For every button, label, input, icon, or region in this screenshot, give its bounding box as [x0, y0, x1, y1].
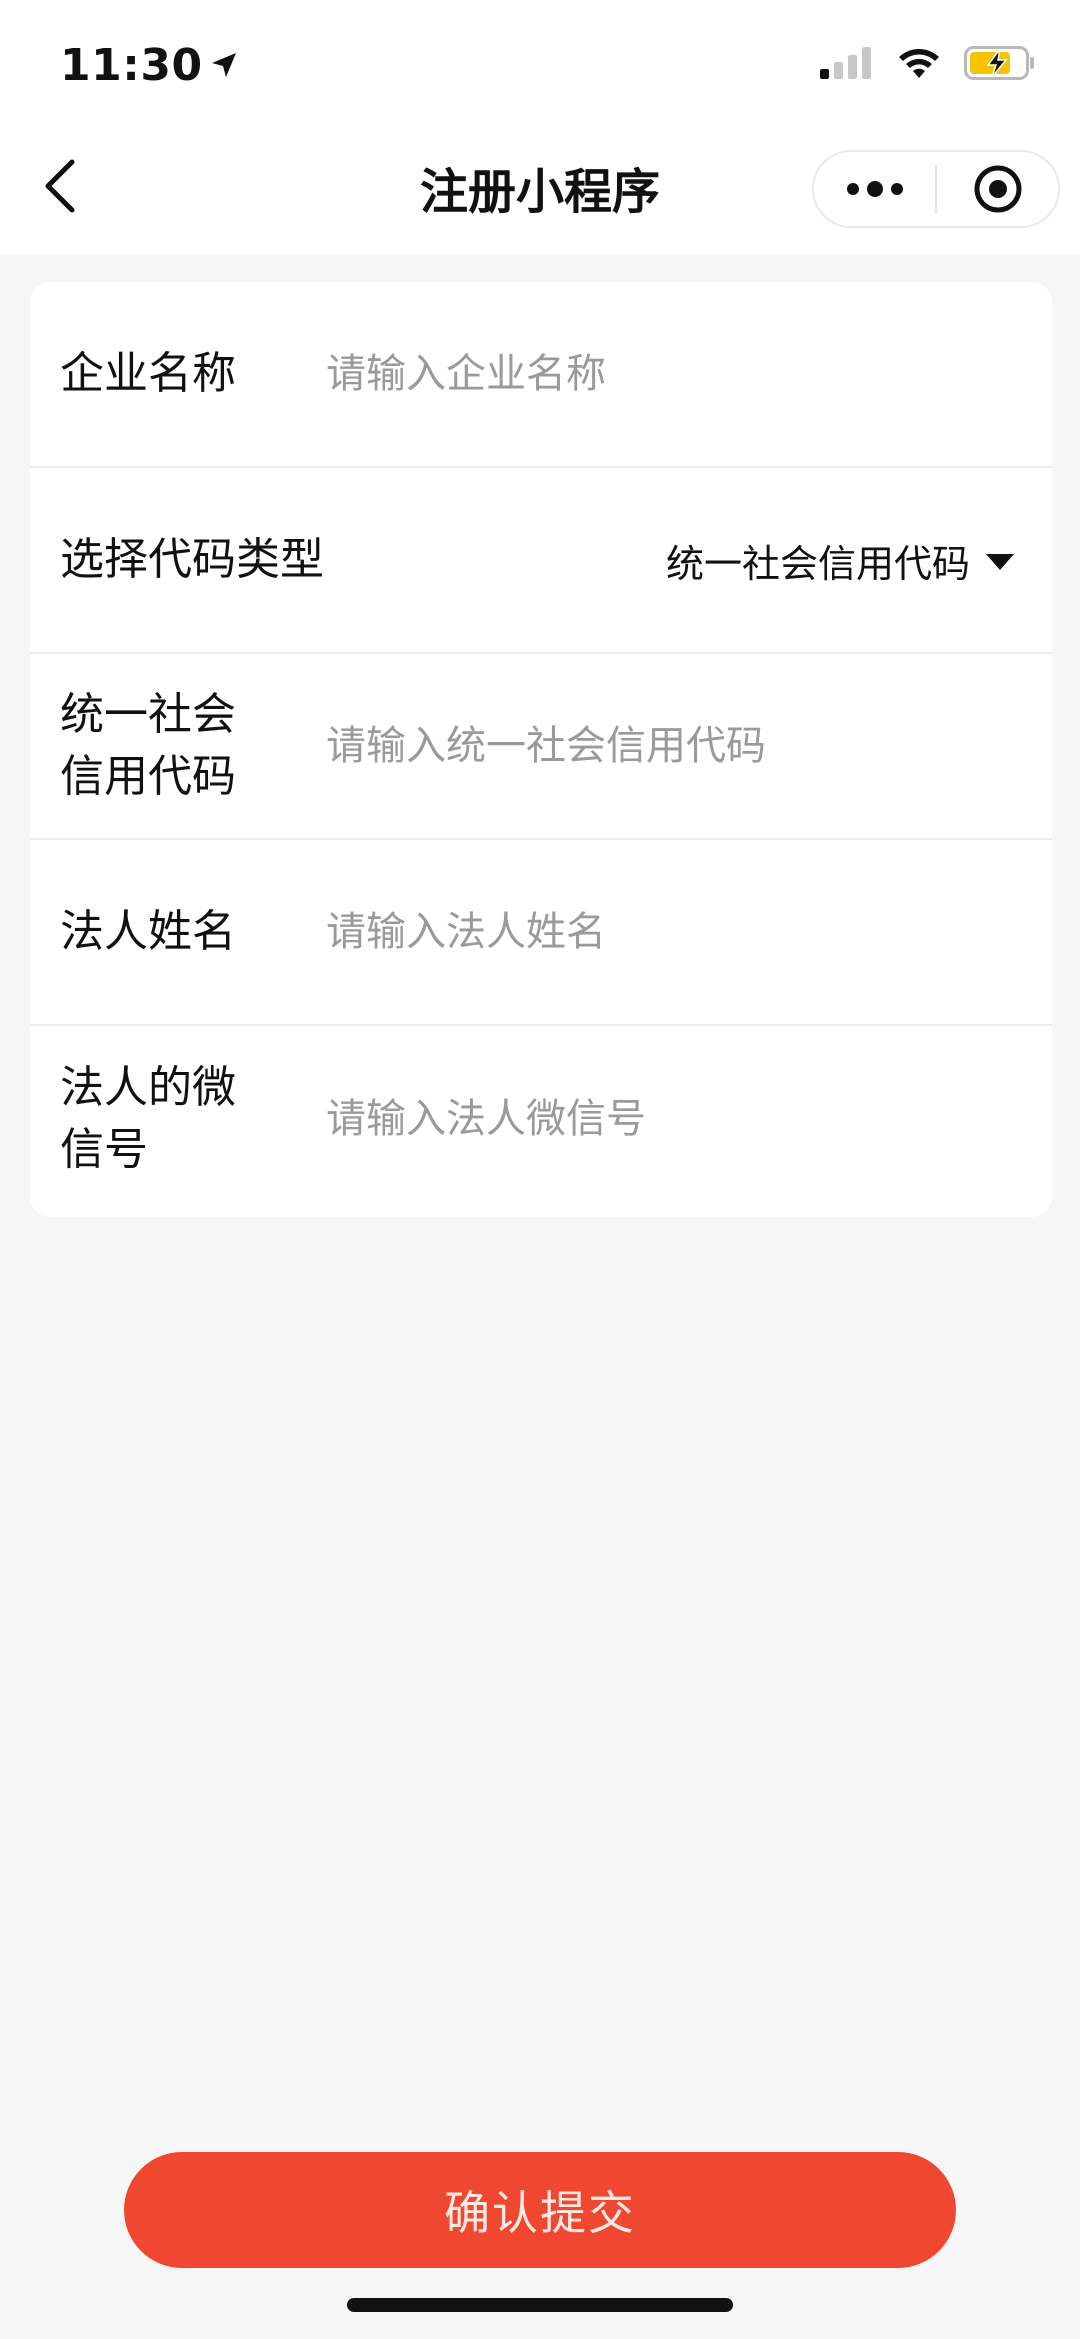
close-miniprogram-button[interactable] [937, 152, 1058, 226]
home-indicator[interactable] [347, 2298, 733, 2312]
form-row-legal-name: 法人姓名 [30, 840, 1052, 1026]
code-type-dropdown[interactable]: 统一社会信用代码 [666, 533, 1014, 588]
legal-wechat-label-line2: 信号 [60, 1124, 148, 1175]
credit-code-label-line1: 统一社会 [60, 689, 236, 740]
code-type-selected-value: 统一社会信用代码 [665, 541, 970, 586]
status-time-text: 11:30 [60, 40, 203, 91]
location-arrow-icon [209, 40, 239, 91]
form-row-credit-code: 统一社会 信用代码 [30, 654, 1052, 840]
company-name-label: 企业名称 [60, 348, 236, 399]
legal-name-label: 法人姓名 [60, 906, 236, 957]
legal-wechat-label-line1: 法人的微 [60, 1062, 236, 1113]
form-row-legal-wechat: 法人的微 信号 [30, 1026, 1052, 1212]
status-icons [820, 46, 1036, 84]
cellular-signal-icon [820, 47, 874, 83]
credit-code-input[interactable] [326, 706, 1014, 786]
caret-down-icon [986, 554, 1014, 570]
miniprogram-capsule [812, 150, 1060, 228]
status-time: 11:30 [60, 40, 239, 91]
submit-button[interactable]: 确认提交 [124, 2152, 956, 2268]
more-dots-icon [846, 181, 903, 197]
wifi-icon [896, 46, 942, 84]
form-row-code-type: 选择代码类型 统一社会信用代码 [30, 468, 1052, 654]
back-arrow-icon [45, 159, 75, 213]
battery-charging-icon [964, 46, 1036, 84]
legal-wechat-label: 法人的微 信号 [60, 1057, 300, 1181]
credit-code-label: 统一社会 信用代码 [60, 684, 300, 808]
back-button[interactable] [34, 150, 86, 222]
code-type-label: 选择代码类型 [60, 534, 324, 585]
credit-code-label-line2: 信用代码 [60, 751, 236, 802]
close-target-icon [974, 165, 1021, 213]
company-name-input[interactable] [326, 334, 1014, 414]
header-area: 11:30 注册小程序 [0, 0, 1080, 255]
legal-name-input[interactable] [326, 892, 1014, 972]
more-button[interactable] [814, 152, 935, 226]
registration-form: 企业名称 选择代码类型 统一社会信用代码 统一社会 信用代码 法人姓名 法人的微… [30, 282, 1052, 1217]
form-row-company-name: 企业名称 [30, 282, 1052, 468]
legal-wechat-input[interactable] [326, 1079, 1014, 1159]
